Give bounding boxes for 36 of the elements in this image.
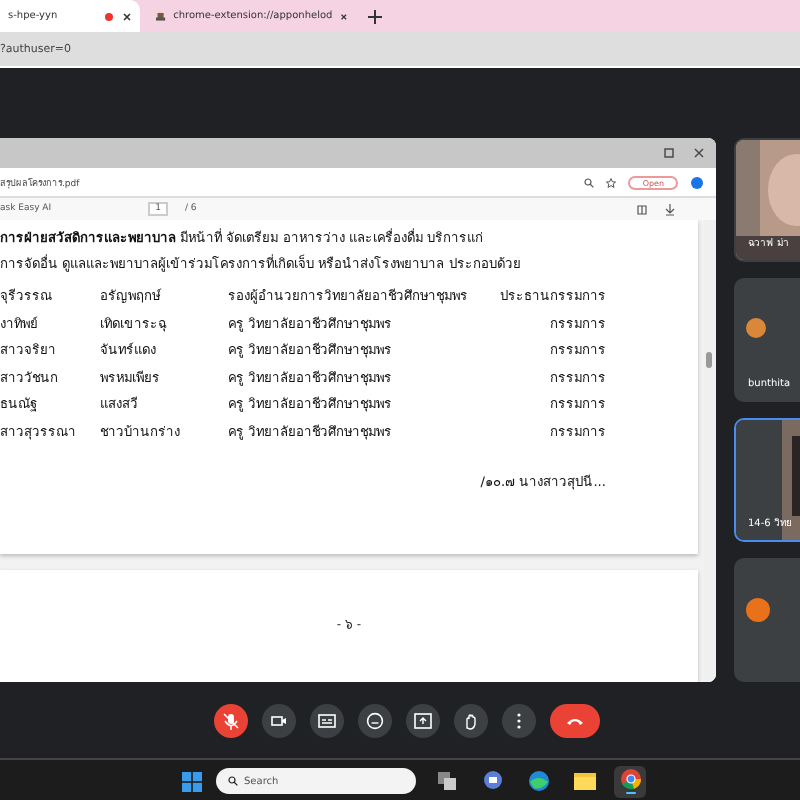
restore-icon[interactable] xyxy=(664,148,674,158)
extension-icon xyxy=(156,10,166,22)
hang-up-button[interactable] xyxy=(549,703,599,737)
task-view-icon xyxy=(435,770,457,792)
folder-icon xyxy=(573,770,595,792)
scrollbar-thumb[interactable] xyxy=(706,352,712,368)
more-button[interactable] xyxy=(501,703,535,737)
camera-icon xyxy=(269,711,287,729)
captions-icon xyxy=(317,711,335,729)
mic-off-icon xyxy=(221,711,239,729)
emoji-icon xyxy=(365,711,383,729)
present-button[interactable] xyxy=(405,703,439,737)
close-icon[interactable] xyxy=(694,148,704,158)
emoji-button[interactable] xyxy=(357,703,391,737)
present-icon xyxy=(413,711,431,729)
close-icon xyxy=(340,11,348,21)
recording-icon xyxy=(104,11,114,21)
hand-button[interactable] xyxy=(453,703,487,737)
start-icon[interactable] xyxy=(182,771,202,791)
chat-icon xyxy=(481,770,503,792)
taskbar-app[interactable] xyxy=(614,765,646,797)
search-icon[interactable] xyxy=(584,177,595,187)
camera-button[interactable] xyxy=(261,703,295,737)
mic-button[interactable] xyxy=(213,703,247,737)
close-icon xyxy=(122,11,132,21)
browser-icon xyxy=(527,770,549,792)
download-icon[interactable] xyxy=(664,203,676,215)
chrome-icon xyxy=(619,767,641,790)
profile-icon[interactable] xyxy=(690,175,704,189)
avatar-icon xyxy=(746,318,766,338)
hand-icon xyxy=(461,711,479,729)
star-icon[interactable] xyxy=(606,177,617,187)
avatar-icon xyxy=(746,598,770,622)
new-tab-icon[interactable] xyxy=(368,9,382,23)
captions-button[interactable] xyxy=(309,703,343,737)
search-icon xyxy=(228,776,238,786)
